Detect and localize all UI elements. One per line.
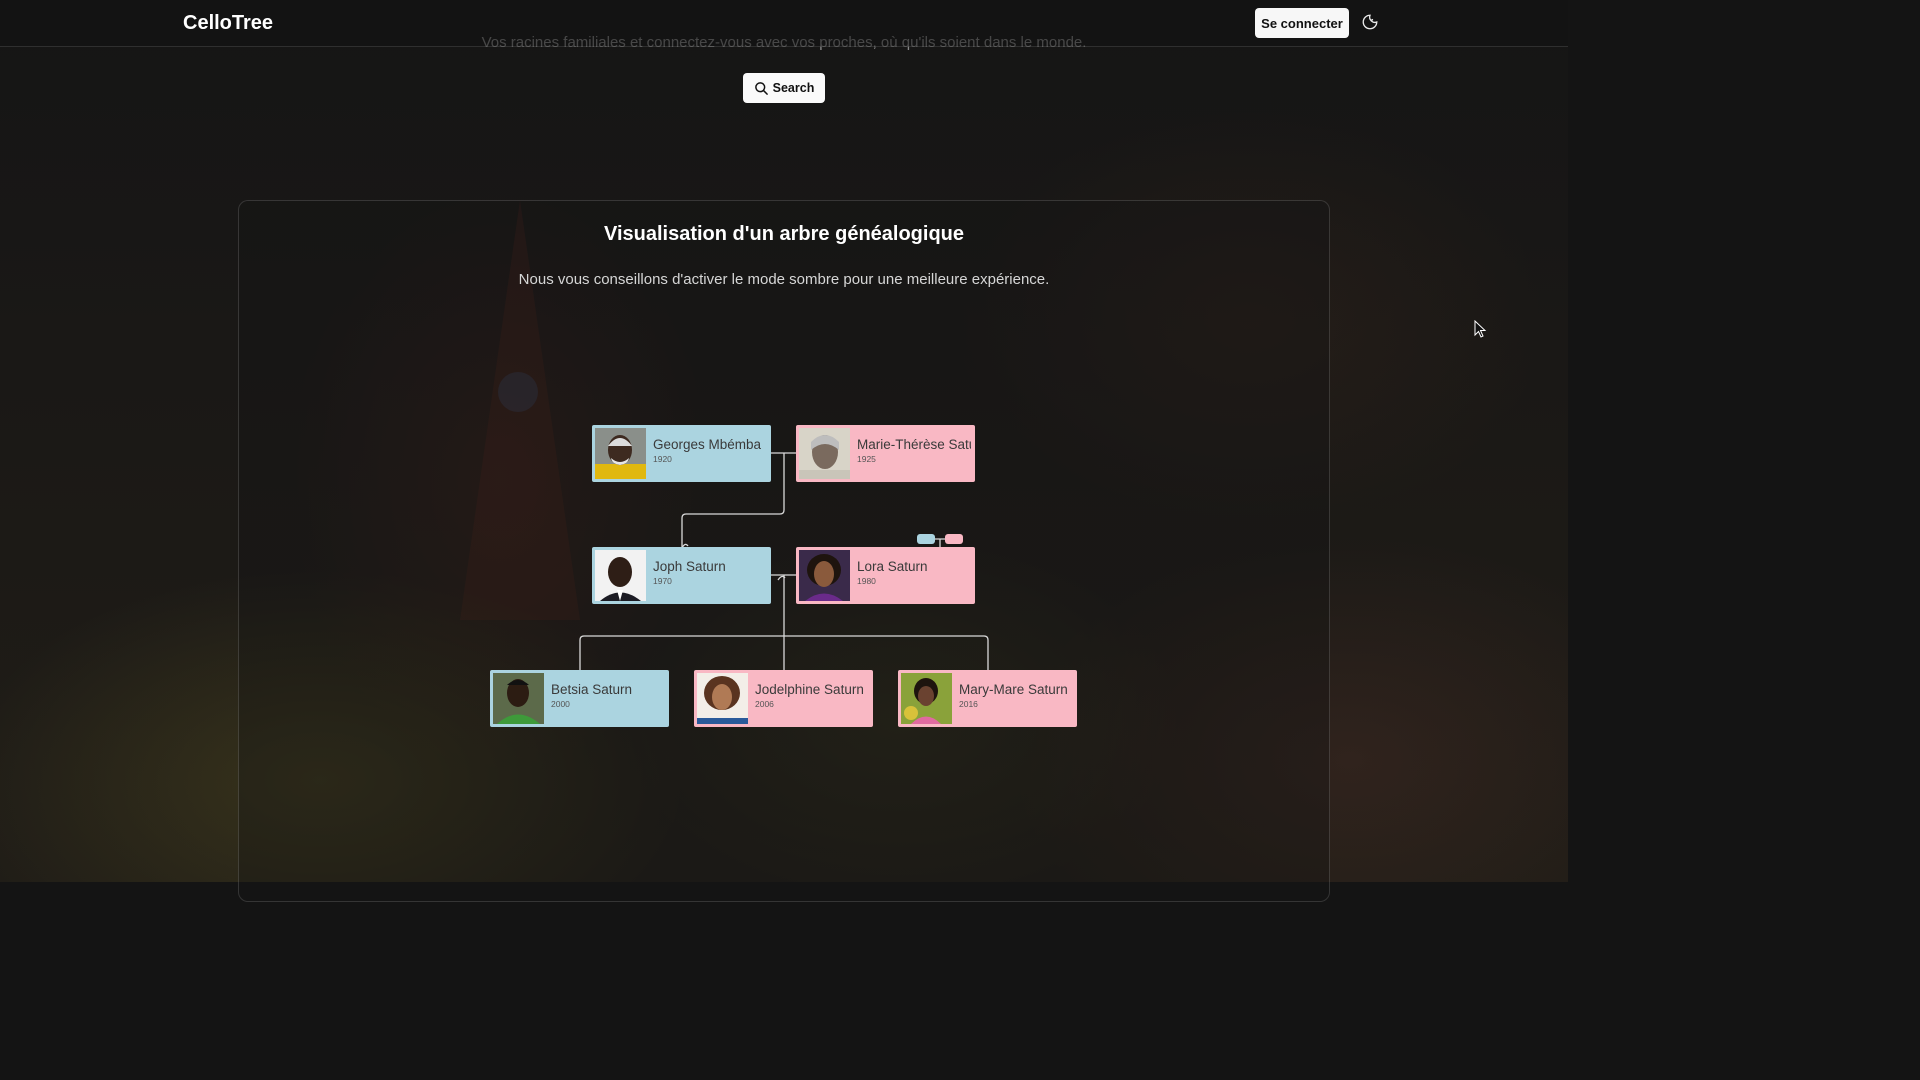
person-card-marie-therese[interactable]: Marie-Thérèse Saturn 1925	[796, 425, 975, 482]
avatar	[799, 550, 850, 601]
person-birth-year: 2006	[755, 699, 774, 709]
person-name: Betsia Saturn	[551, 682, 633, 697]
search-icon	[754, 81, 768, 95]
avatar	[595, 428, 646, 479]
person-card-jodelphine[interactable]: Jodelphine Saturn 2006	[694, 670, 873, 727]
person-name: Lora Saturn	[857, 559, 928, 574]
moon-sun-icon	[1362, 14, 1378, 30]
toggle-pill-female[interactable]	[945, 534, 963, 544]
panel-title: Visualisation d'un arbre généalogique	[603, 223, 965, 245]
toggle-pill-male[interactable]	[917, 534, 935, 544]
person-birth-year: 2016	[959, 699, 978, 709]
person-card-lora[interactable]: Lora Saturn 1980	[796, 547, 975, 604]
mouse-cursor-icon	[1474, 320, 1487, 338]
person-birth-year: 2000	[551, 699, 570, 709]
avatar	[493, 673, 544, 724]
person-name: Georges Mbémba	[653, 437, 762, 452]
login-button[interactable]: Se connecter	[1255, 8, 1349, 38]
person-birth-year: 1970	[653, 576, 672, 586]
person-card-mary-mare[interactable]: Mary-Mare Saturn 2016	[898, 670, 1077, 727]
avatar	[697, 673, 748, 724]
person-birth-year: 1925	[857, 454, 876, 464]
avatar	[901, 673, 952, 724]
person-card-georges[interactable]: Georges Mbémba 1920	[592, 425, 771, 482]
avatar	[595, 550, 646, 601]
panel-subtitle: Nous vous conseillons d'activer le mode …	[518, 271, 1050, 288]
person-birth-year: 1920	[653, 454, 672, 464]
family-tree-panel: Visualisation d'un arbre généalogique No…	[238, 200, 1330, 902]
theme-toggle-button[interactable]	[1359, 11, 1381, 33]
avatar	[799, 428, 850, 479]
person-card-joph[interactable]: Joph Saturn 1970	[592, 547, 771, 604]
person-name: Joph Saturn	[653, 559, 726, 574]
person-birth-year: 1980	[857, 576, 876, 586]
brand-logo[interactable]: CelloTree	[183, 12, 273, 35]
search-button-label: Search	[772, 81, 815, 95]
search-button[interactable]: Search	[743, 73, 825, 103]
top-navigation-bar: CelloTree Se connecter	[0, 0, 1568, 47]
person-card-betsia[interactable]: Betsia Saturn 2000	[490, 670, 669, 727]
person-name: Mary-Mare Saturn	[959, 682, 1068, 697]
person-name: Marie-Thérèse Saturn	[857, 437, 971, 452]
person-name: Jodelphine Saturn	[755, 682, 864, 697]
